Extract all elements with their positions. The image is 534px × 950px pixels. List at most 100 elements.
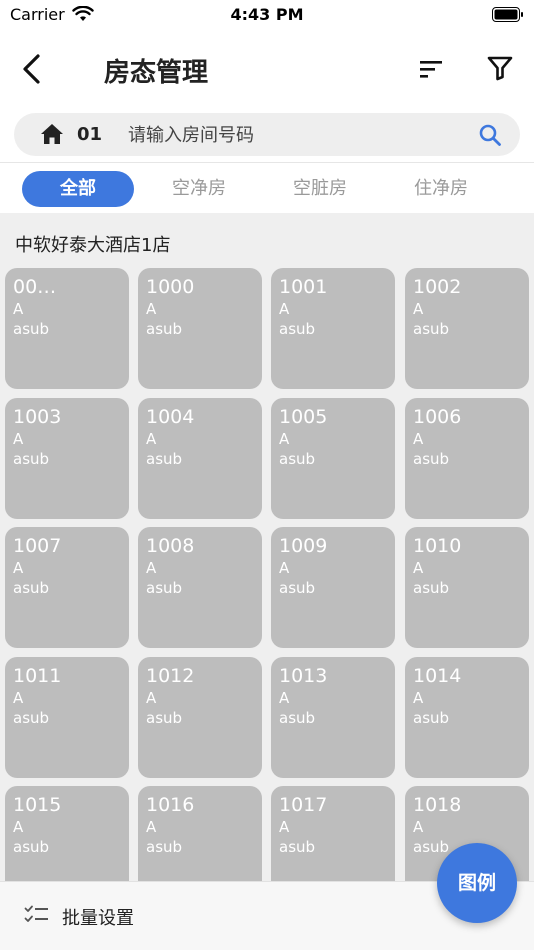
room-search-bar: 01 — [14, 113, 520, 156]
room-subtype: asub — [279, 579, 316, 597]
sort-icon[interactable] — [418, 58, 444, 80]
room-tile[interactable]: 1012 Aasub — [138, 656, 262, 778]
room-number: 1016 — [146, 794, 195, 816]
tab-all[interactable]: 全部 — [22, 171, 134, 207]
room-type: A — [413, 300, 424, 318]
room-type: A — [13, 818, 24, 836]
room-number: 1007 — [13, 535, 62, 557]
room-number: 1003 — [13, 405, 62, 428]
room-number: 1000 — [146, 276, 195, 298]
status-tabs: 全部 空净房 空脏房 住净房 — [0, 163, 534, 213]
room-type: A — [146, 429, 157, 448]
room-number: 00… — [13, 276, 57, 298]
room-number: 1013 — [279, 664, 328, 687]
room-subtype: asub — [413, 320, 450, 338]
room-tile[interactable]: 1001 Aasub — [271, 268, 395, 389]
room-subtype: asub — [146, 449, 183, 468]
room-tile[interactable]: 1011 Aasub — [5, 656, 129, 778]
batch-settings-label[interactable]: 批量设置 — [62, 904, 134, 930]
room-tile[interactable]: 1016 Aasub — [138, 786, 262, 881]
room-tile[interactable]: 1017 Aasub — [271, 786, 395, 881]
room-tile[interactable]: 1000 Aasub — [138, 268, 262, 389]
room-type: A — [279, 688, 290, 707]
room-number: 1005 — [279, 405, 328, 428]
status-bar: Carrier 4:43 PM — [0, 0, 534, 30]
tab-vacant-clean[interactable]: 空净房 — [143, 171, 255, 207]
room-subtype: asub — [146, 838, 183, 856]
room-tile[interactable]: 1002 Aasub — [405, 268, 529, 389]
room-subtype: asub — [13, 320, 50, 338]
room-subtype: asub — [146, 579, 183, 597]
room-number: 1004 — [146, 405, 195, 428]
filter-icon[interactable] — [486, 54, 514, 82]
room-number: 1010 — [413, 535, 462, 557]
clock: 4:43 PM — [230, 5, 304, 24]
room-type: A — [146, 559, 157, 577]
room-subtype: asub — [413, 449, 450, 468]
room-tile[interactable]: 1005 Aasub — [271, 397, 395, 519]
room-number: 1018 — [413, 794, 462, 816]
room-tile[interactable]: 1009 Aasub — [271, 527, 395, 648]
room-type: A — [13, 688, 24, 707]
room-number: 1008 — [146, 535, 195, 557]
tab-vacant-dirty[interactable]: 空脏房 — [264, 171, 376, 207]
room-subtype: asub — [413, 579, 450, 597]
room-number: 1009 — [279, 535, 328, 557]
room-type: A — [413, 559, 424, 577]
room-number: 1002 — [413, 276, 462, 298]
room-subtype: asub — [13, 449, 50, 468]
chevron-left-icon[interactable] — [16, 52, 46, 86]
room-subtype: asub — [279, 320, 316, 338]
room-subtype: asub — [13, 708, 50, 727]
room-type: A — [279, 300, 290, 318]
nav-bar: 房态管理 — [0, 30, 534, 108]
room-type: A — [413, 688, 424, 707]
room-type: A — [413, 429, 424, 448]
room-type: A — [13, 559, 24, 577]
room-subtype: asub — [146, 708, 183, 727]
room-tile[interactable]: 1008 Aasub — [138, 527, 262, 648]
room-subtype: asub — [146, 320, 183, 338]
legend-button[interactable]: 图例 — [437, 843, 517, 923]
room-tile[interactable]: 1004 Aasub — [138, 397, 262, 519]
page-title: 房态管理 — [104, 58, 209, 88]
room-type: A — [146, 818, 157, 836]
room-subtype: asub — [13, 838, 50, 856]
room-type: A — [13, 429, 24, 448]
room-type: A — [13, 300, 24, 318]
tab-occupied-clean[interactable]: 住净房 — [385, 171, 497, 207]
room-prefix[interactable]: 01 — [77, 124, 102, 145]
room-number: 1015 — [13, 794, 62, 816]
room-tile[interactable]: 1013 Aasub — [271, 656, 395, 778]
room-tile[interactable]: 1010 Aasub — [405, 527, 529, 648]
room-type: A — [413, 818, 424, 836]
room-list: 中软好泰大酒店1店 00… Aasub 1000 Aasub 1001 Aasub 1002… — [0, 213, 534, 881]
room-subtype: asub — [413, 838, 450, 856]
room-number: 1017 — [279, 794, 328, 816]
checklist-icon[interactable] — [24, 904, 50, 926]
room-subtype: asub — [13, 579, 50, 597]
room-number-input[interactable] — [128, 120, 468, 150]
room-number: 1001 — [279, 276, 328, 298]
room-tile[interactable]: 1006 Aasub — [405, 397, 529, 519]
room-tile[interactable]: 1003 Aasub — [5, 397, 129, 519]
room-type: A — [279, 818, 290, 836]
room-tile[interactable]: 1014 Aasub — [405, 656, 529, 778]
room-type: A — [146, 300, 157, 318]
room-tile[interactable]: 00… Aasub — [5, 268, 129, 389]
room-number: 1014 — [413, 664, 462, 687]
room-number: 1006 — [413, 405, 462, 428]
room-type: A — [279, 429, 290, 448]
search-icon[interactable] — [478, 123, 502, 147]
room-type: A — [279, 559, 290, 577]
room-subtype: asub — [279, 838, 316, 856]
home-icon — [41, 124, 63, 144]
room-type: A — [146, 688, 157, 707]
room-subtype: asub — [279, 708, 316, 727]
room-number: 1011 — [13, 664, 62, 687]
room-tile[interactable]: 1007 Aasub — [5, 527, 129, 648]
room-tile[interactable]: 1015 Aasub — [5, 786, 129, 881]
hotel-name: 中软好泰大酒店1店 — [15, 235, 171, 256]
battery-icon — [492, 7, 523, 22]
room-subtype: asub — [413, 708, 450, 727]
